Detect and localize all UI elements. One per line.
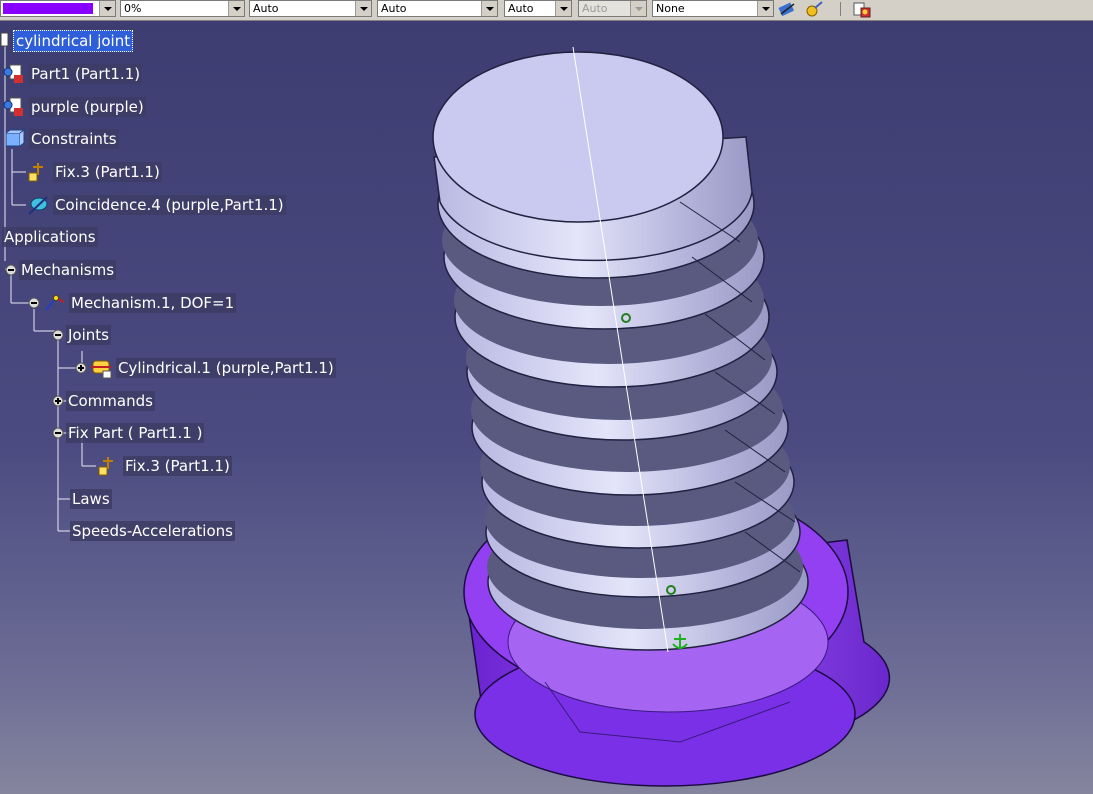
product-icon xyxy=(0,32,9,47)
linetype-combo[interactable]: Auto xyxy=(249,0,372,17)
properties-icon[interactable] xyxy=(852,0,872,18)
tree-label-speeds: Speeds-Accelerations xyxy=(70,521,235,541)
tree-node-fix-part[interactable]: Fix Part ( Part1.1 ) xyxy=(52,422,205,444)
transparency-value: 0% xyxy=(124,2,142,15)
chevron-down-icon[interactable] xyxy=(228,1,244,16)
tree-node-part1[interactable]: Part1 (Part1.1) xyxy=(2,63,143,85)
tree-label-commands: Commands xyxy=(66,391,155,411)
tree-node-fix3[interactable]: Fix.3 (Part1.1) xyxy=(26,161,162,183)
coincidence-constraint-icon xyxy=(28,196,48,215)
tree-label-cylindrical1: Cylindrical.1 (purple,Part1.1) xyxy=(116,358,336,378)
chevron-down-icon[interactable] xyxy=(555,1,571,16)
chevron-down-icon[interactable] xyxy=(355,1,371,16)
tree-label-joints: Joints xyxy=(66,325,111,345)
collapse-icon[interactable] xyxy=(52,329,64,341)
painter-icon[interactable] xyxy=(778,0,798,18)
part-icon xyxy=(3,64,23,83)
chevron-down-icon[interactable] xyxy=(99,1,115,16)
transparency-combo[interactable]: 0% xyxy=(120,0,245,17)
color-combo[interactable] xyxy=(0,0,116,17)
graphic-properties-toolbar: 0% Auto Auto Auto Auto None xyxy=(0,0,1093,21)
tree-node-fix3-b[interactable]: Fix.3 (Part1.1) xyxy=(96,455,232,477)
tree-label-part1: Part1 (Part1.1) xyxy=(29,64,143,84)
color-swatch xyxy=(3,3,93,14)
layer-value: Auto xyxy=(582,2,608,15)
layer-combo: Auto xyxy=(578,0,647,17)
tree-label-fix3-b: Fix.3 (Part1.1) xyxy=(123,456,232,476)
chevron-down-icon xyxy=(630,1,646,16)
mechanism-icon xyxy=(45,295,65,311)
cylindrical-joint-icon xyxy=(91,360,112,379)
thickness-combo[interactable]: Auto xyxy=(377,0,498,17)
chevron-down-icon[interactable] xyxy=(757,1,773,16)
part-icon xyxy=(3,97,23,116)
tree-label-fix3: Fix.3 (Part1.1) xyxy=(53,162,162,182)
render-style-combo[interactable]: None xyxy=(652,0,774,17)
tree-node-joints[interactable]: Joints xyxy=(52,324,111,346)
collapse-icon[interactable] xyxy=(5,264,17,276)
specification-tree: cylindrical joint Part1 (Part1.1) purple… xyxy=(0,21,380,581)
tree-label-fix-part: Fix Part ( Part1.1 ) xyxy=(66,423,205,443)
tree-node-coincidence[interactable]: Coincidence.4 (purple,Part1.1) xyxy=(26,194,286,216)
tree-node-constraints[interactable]: Constraints xyxy=(2,128,119,150)
tree-node-laws[interactable]: Laws xyxy=(70,488,112,510)
point-symbol-value: Auto xyxy=(508,2,534,15)
point-symbol-combo[interactable]: Auto xyxy=(504,0,572,17)
fix-constraint-icon xyxy=(98,457,113,476)
tree-node-applications[interactable]: Applications xyxy=(2,226,98,248)
material-icon[interactable] xyxy=(804,0,824,18)
fix-constraint-icon xyxy=(28,163,43,182)
collapse-icon[interactable] xyxy=(28,297,40,309)
tree-node-purple[interactable]: purple (purple) xyxy=(2,96,146,118)
toolbar-separator xyxy=(840,2,841,16)
tree-label-purple: purple (purple) xyxy=(29,97,146,117)
3d-viewport[interactable]: cylindrical joint Part1 (Part1.1) purple… xyxy=(0,21,1093,794)
tree-node-cylindrical1[interactable]: Cylindrical.1 (purple,Part1.1) xyxy=(75,357,336,379)
chevron-down-icon[interactable] xyxy=(481,1,497,16)
expand-icon[interactable] xyxy=(52,395,64,407)
tree-node-speeds[interactable]: Speeds-Accelerations xyxy=(70,520,235,542)
render-style-value: None xyxy=(656,2,685,15)
tree-label-mechanism1: Mechanism.1, DOF=1 xyxy=(69,293,237,313)
screw-part[interactable] xyxy=(432,46,809,653)
tree-label-constraints: Constraints xyxy=(29,129,119,149)
tree-node-root[interactable]: cylindrical joint xyxy=(0,30,134,52)
tree-label-mechanisms: Mechanisms xyxy=(19,260,117,280)
linetype-value: Auto xyxy=(253,2,279,15)
tree-node-mechanism1[interactable]: Mechanism.1, DOF=1 xyxy=(28,292,237,314)
tree-node-mechanisms[interactable]: Mechanisms xyxy=(5,259,117,281)
tree-label-coincidence: Coincidence.4 (purple,Part1.1) xyxy=(53,195,286,215)
collapse-icon[interactable] xyxy=(52,427,64,439)
tree-label-applications: Applications xyxy=(2,227,98,247)
tree-node-commands[interactable]: Commands xyxy=(52,390,155,412)
thickness-value: Auto xyxy=(381,2,407,15)
constraints-icon xyxy=(5,129,26,147)
tree-label-laws: Laws xyxy=(70,489,112,509)
expand-icon[interactable] xyxy=(75,362,87,374)
tree-label-root: cylindrical joint xyxy=(13,30,134,52)
